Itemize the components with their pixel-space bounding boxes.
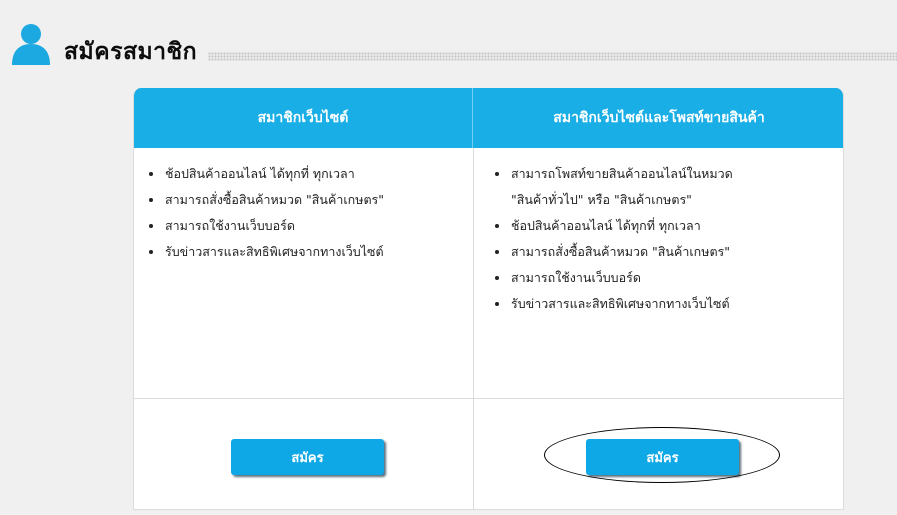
page-title: สมัครสมาชิก [64, 39, 198, 65]
feature-item: สามารถใช้งานเว็บบอร์ด [473, 270, 843, 286]
register-seller-button[interactable]: สมัคร [586, 439, 739, 475]
plan-website-member: สมาชิกเว็บไซต์ ช้อปสินค้าออนไลน์ ได้ทุกท… [134, 88, 474, 509]
plan-seller-member: สมาชิกเว็บไซต์และโพสท์ขายสินค้า สามารถโพ… [473, 88, 843, 509]
page-header: สมัครสมาชิก [10, 22, 897, 72]
plan-heading: สมาชิกเว็บไซต์และโพสท์ขายสินค้า [473, 88, 843, 148]
feature-item: สามารถโพสท์ขายสินค้าออนไลน์ในหมวด [473, 166, 843, 182]
membership-plans: สมาชิกเว็บไซต์ ช้อปสินค้าออนไลน์ ได้ทุกท… [133, 88, 844, 510]
feature-item: รับข่าวสารและสิทธิพิเศษจากทางเว็บไซต์ [134, 244, 473, 260]
divider [473, 398, 843, 399]
feature-item: ช้อปสินค้าออนไลน์ ได้ทุกที่ ทุกเวลา [473, 218, 843, 234]
feature-item: สามารถใช้งานเว็บบอร์ด [134, 218, 473, 234]
user-icon [12, 24, 50, 65]
feature-item: ช้อปสินค้าออนไลน์ ได้ทุกที่ ทุกเวลา [134, 166, 473, 182]
feature-list: ช้อปสินค้าออนไลน์ ได้ทุกที่ ทุกเวลา สามา… [134, 166, 473, 270]
feature-item: สามารถสั่งซื้อสินค้าหมวด "สินค้าเกษตร" [134, 192, 473, 208]
feature-list: สามารถโพสท์ขายสินค้าออนไลน์ในหมวด "สินค้… [473, 166, 843, 322]
feature-item: สามารถสั่งซื้อสินค้าหมวด "สินค้าเกษตร" [473, 244, 843, 260]
feature-item: "สินค้าทั่วไป" หรือ "สินค้าเกษตร" [511, 192, 692, 207]
feature-item: รับข่าวสารและสิทธิพิเศษจากทางเว็บไซต์ [473, 296, 843, 312]
divider [134, 398, 473, 399]
header-divider [208, 52, 897, 61]
plan-heading: สมาชิกเว็บไซต์ [134, 88, 473, 148]
register-button[interactable]: สมัคร [231, 439, 384, 475]
